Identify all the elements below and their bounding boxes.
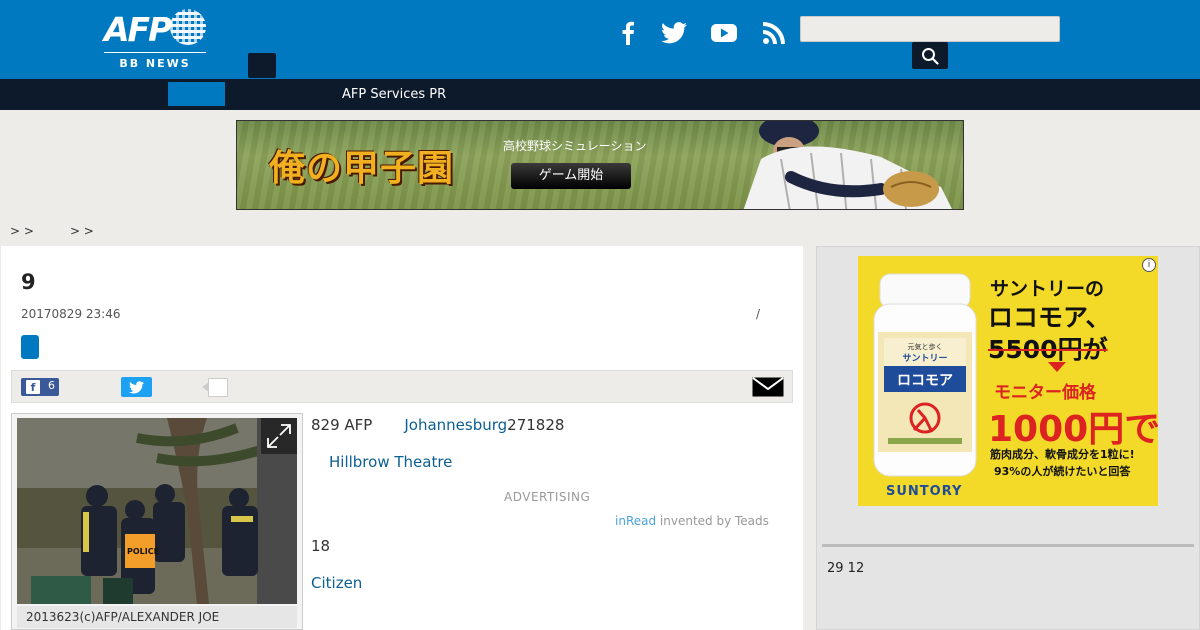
facebook-share-button[interactable]: f 6 [21, 378, 59, 396]
sidebar: i 元気と歩く サントリー ロコモア サントリーの ロコモア、 5500円が モ… [816, 246, 1200, 630]
bottle-brand: サントリー [902, 353, 947, 364]
paragraph-1: 829 AFP Johannesburg271828 [311, 416, 564, 434]
paragraph-3: 18 [311, 537, 331, 555]
search-input[interactable] [800, 16, 1060, 42]
paragraph-4: Citizen [311, 574, 362, 592]
youtube-icon[interactable] [710, 18, 738, 48]
facebook-icon: f [26, 380, 40, 394]
ad-line-5: 1000円で! [988, 409, 1158, 450]
article-title: 9 [21, 270, 36, 294]
banner-start-button[interactable]: ゲーム開始 [511, 163, 631, 189]
logo-subtitle: BB NEWS [119, 57, 191, 70]
share-bar: f 6 [11, 370, 793, 403]
link-johannesburg[interactable]: Johannesburg [404, 416, 507, 434]
expand-photo-button[interactable] [261, 418, 297, 454]
photo-image: POLICE [17, 418, 297, 604]
sidebar-ad[interactable]: i 元気と歩く サントリー ロコモア サントリーの ロコモア、 5500円が モ… [858, 256, 1158, 506]
article-meta-separator: / [756, 307, 761, 321]
twitter-icon[interactable] [660, 18, 688, 48]
ad-arrow [1048, 362, 1066, 372]
mail-icon[interactable] [752, 377, 784, 397]
inread-text: invented by Teads [656, 514, 769, 528]
banner-ad[interactable]: 俺の甲子園 高校野球シミュレーション ゲーム開始 [236, 120, 964, 210]
article-panel: 9 20170829 23:46 / f 6 POLICE 2013623(c)… [1, 246, 803, 630]
facebook-share-count: 6 [48, 379, 55, 392]
ad-line-1: サントリーの [990, 278, 1105, 300]
bottle-label: ロコモア [897, 373, 953, 389]
ad-line-2: ロコモア、 [988, 303, 1111, 332]
breadcrumb-sep-1: > > [10, 224, 34, 238]
link-citizen[interactable]: Citizen [311, 574, 362, 592]
ad-line-6: 筋肉成分、軟骨成分を1粒に! [990, 448, 1135, 461]
supplement-bottle-image: 元気と歩く サントリー ロコモア [873, 273, 977, 477]
advertising-label: ADVERTISING [504, 490, 591, 504]
photo-caption: 2013623(c)AFP/ALEXANDER JOE [17, 606, 297, 628]
nav-link-afp-services[interactable]: AFP Services PR [342, 79, 446, 110]
paragraph-2: Hillbrow Theatre [329, 453, 452, 471]
twitter-share-button[interactable] [121, 377, 152, 397]
afp-logo[interactable]: AFP BB NEWS [104, 8, 208, 72]
nav-item-active[interactable] [168, 82, 225, 106]
baseball-player-image [743, 121, 952, 209]
inread-brand: inRead [615, 514, 657, 528]
expand-icon [267, 424, 291, 448]
facebook-icon[interactable] [616, 18, 640, 48]
menu-button[interactable] [248, 53, 276, 78]
search-button[interactable] [912, 42, 948, 69]
twitter-icon [129, 380, 144, 393]
inread-credit[interactable]: inRead invented by Teads [615, 514, 769, 528]
sidebar-text: 29 12 [827, 561, 865, 576]
breadcrumb-sep-2: > > [69, 224, 94, 238]
ad-info-icon[interactable]: i [1142, 258, 1156, 272]
ad-line-7: 93%の人が続けたいと回答 [994, 465, 1131, 478]
category-tag[interactable] [21, 335, 39, 359]
paragraph-1-number: 271828 [507, 416, 565, 434]
main-nav: AFP Services PR [0, 79, 1200, 110]
svg-text:POLICE: POLICE [127, 547, 159, 556]
sidebar-divider [822, 544, 1194, 547]
paragraph-1-text: 829 AFP [311, 416, 373, 434]
link-hillbrow-theatre[interactable]: Hillbrow Theatre [329, 453, 452, 471]
logo-text: AFP [104, 10, 172, 49]
logo-divider [104, 52, 206, 53]
article-photo[interactable]: POLICE 2013623(c)AFP/ALEXANDER JOE [11, 413, 303, 630]
search-icon [922, 47, 939, 65]
share-count-bubble [208, 378, 228, 397]
globe-icon [170, 9, 206, 45]
svg-text:元気と歩く: 元気と歩く [908, 342, 943, 351]
ad-line-3: 5500円が [988, 335, 1108, 364]
banner-subtitle: 高校野球シミュレーション [503, 139, 647, 153]
rss-icon[interactable] [760, 18, 788, 48]
ad-brand: SUNTORY [886, 484, 963, 499]
breadcrumb: > > > > [10, 224, 94, 238]
banner-title: 俺の甲子園 [269, 147, 455, 189]
site-header: AFP BB NEWS [0, 0, 1200, 79]
article-date: 20170829 23:46 [21, 307, 121, 321]
